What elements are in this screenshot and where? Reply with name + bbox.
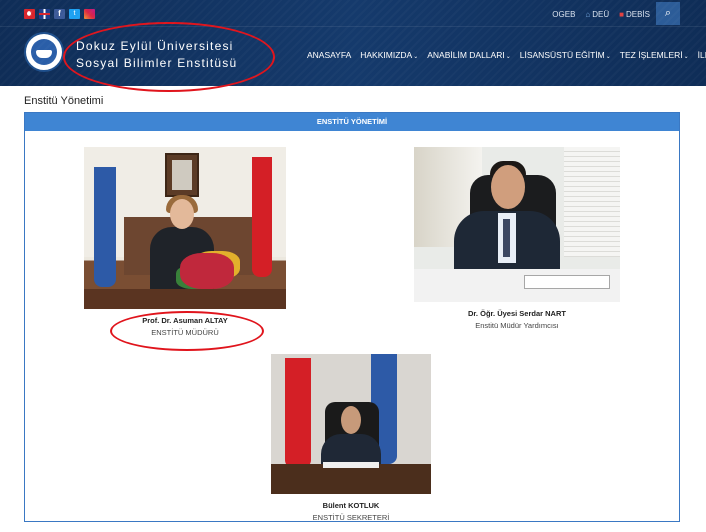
lock-icon: ■ — [619, 10, 624, 19]
chevron-down-icon: ⌄ — [683, 54, 689, 60]
facebook-icon[interactable]: f — [54, 9, 65, 19]
home-icon: ⌂ — [585, 10, 591, 19]
instagram-icon[interactable] — [84, 9, 95, 19]
nav-item-label: TEZ İŞLEMLERİ — [619, 50, 683, 60]
nav-item-label: ANABİLİM DALLARI — [427, 50, 505, 60]
search-icon: ⌕ — [664, 7, 672, 19]
deu-link[interactable]: ⌂ DEÜ — [585, 10, 609, 19]
deu-link-label: DEÜ — [592, 10, 610, 19]
turkish-flag — [252, 157, 272, 277]
flower-bouquet — [180, 253, 234, 289]
secretary-photo — [271, 354, 431, 494]
person-role: ENSTİTÜ SEKRETERİ — [312, 513, 390, 522]
nav-item-hakkimizda[interactable]: HAKKIMIZDA⌄ — [360, 50, 418, 60]
panel-title: ENSTİTÜ YÖNETİMİ — [25, 113, 679, 131]
debis-link[interactable]: ■ DEBİS — [619, 10, 650, 19]
university-logo[interactable] — [24, 32, 64, 72]
director-annotation-circle — [110, 311, 264, 351]
person-card-deputy: Dr. Öğr. Üyesi Serdar NART Enstitü Müdür… — [414, 147, 620, 330]
turkish-flag-icon[interactable] — [24, 9, 35, 19]
nav-item-anabilim-dallari[interactable]: ANABİLİM DALLARI⌄ — [427, 50, 511, 60]
page: f t OGEB ⌂ DEÜ ■ DEBİS ⌕ Dokuz Eylül Ünive… — [0, 0, 706, 532]
person-name: Dr. Öğr. Üyesi Serdar NART — [468, 309, 566, 318]
debis-link-label: DEBİS — [625, 10, 650, 19]
site-header: f t OGEB ⌂ DEÜ ■ DEBİS ⌕ Dokuz Eylül Ünive… — [0, 0, 706, 92]
management-panel: ENSTİTÜ YÖNETİMİ Prof. Dr. Asuman ALTAY … — [24, 112, 680, 522]
nav-item-label: ANASAYFA — [307, 50, 352, 60]
search-button[interactable]: ⌕ — [656, 2, 680, 25]
person-role: Enstitü Müdür Yardımcısı — [475, 321, 559, 330]
university-flag — [94, 167, 116, 287]
nav-item-iletisim[interactable]: İLETİŞİM⌄ — [698, 50, 706, 60]
nav-item-lisansustu-egitim[interactable]: LİSANSÜSTÜ EĞİTİM⌄ — [520, 50, 611, 60]
director-photo — [84, 147, 286, 309]
nav-item-label: İLETİŞİM — [697, 50, 706, 60]
chevron-down-icon: ⌄ — [605, 54, 611, 60]
nav-item-label: HAKKIMIZDA — [360, 50, 413, 60]
person-card-director: Prof. Dr. Asuman ALTAY ENSTİTÜ MÜDÜRÜ — [84, 147, 286, 337]
main-nav: ANASAYFA HAKKIMIZDA⌄ ANABİLİM DALLARI⌄ L… — [307, 50, 706, 60]
uk-flag-icon[interactable] — [39, 9, 50, 19]
social-links: f t — [24, 9, 95, 19]
top-bar: f t OGEB ⌂ DEÜ ■ DEBİS ⌕ — [0, 0, 706, 27]
turkish-flag — [285, 358, 311, 468]
chevron-down-icon: ⌄ — [505, 54, 511, 60]
top-links: OGEB ⌂ DEÜ ■ DEBİS — [552, 10, 650, 19]
nav-item-label: LİSANSÜSTÜ EĞİTİM — [519, 50, 605, 60]
portrait-frame — [165, 153, 199, 197]
ogeb-link[interactable]: OGEB — [552, 10, 575, 19]
deputy-photo — [414, 147, 620, 302]
chevron-down-icon: ⌄ — [413, 54, 419, 60]
keyboard — [524, 275, 610, 289]
page-title: Enstitü Yönetimi — [24, 95, 104, 107]
person-card-secretary: Bülent KOTLUK ENSTİTÜ SEKRETERİ — [271, 354, 431, 522]
person-name: Bülent KOTLUK — [322, 501, 380, 510]
brand-annotation-circle — [63, 22, 275, 92]
twitter-icon[interactable]: t — [69, 9, 80, 19]
nav-item-tez-islemleri[interactable]: TEZ İŞLEMLERİ⌄ — [620, 50, 689, 60]
nav-item-anasayfa[interactable]: ANASAYFA — [307, 50, 351, 60]
